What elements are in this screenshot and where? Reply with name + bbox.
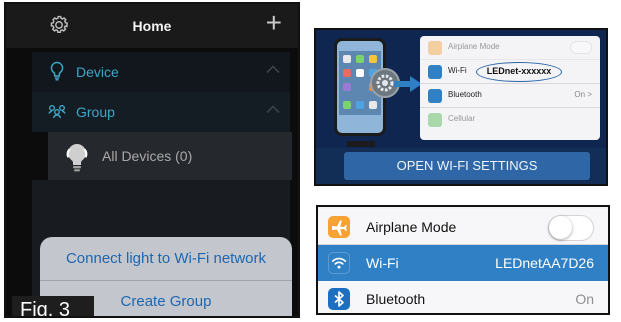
airplane-glyph [332,220,347,236]
app-header: Home + [6,4,298,48]
airplane-mode-toggle[interactable] [548,215,594,241]
add-icon[interactable]: + [266,9,282,37]
cellular-icon [428,113,442,127]
figure-label: Fig. 3 [12,296,94,316]
app-tile [369,101,377,109]
settings-panel: Airplane Mode Wi-Fi LEDnet-xxxxxx Blueto… [420,36,600,140]
page-title: Home [132,18,172,34]
chevron-up-icon [266,65,280,74]
wifi-icon [328,252,350,274]
ios-settings-list: Airplane Mode Wi-Fi LEDnetAA7D26 Bluetoo… [316,205,610,315]
airplane-icon [328,216,350,238]
bulb-icon [66,144,88,172]
settings-row-airplane[interactable]: Airplane Mode [318,209,608,245]
toggle-knob [549,216,572,239]
app-tile [369,55,377,63]
illus-row-label: Airplane Mode [448,42,500,51]
settings-row-wifi[interactable]: Wi-Fi LEDnetAA7D26 [318,245,608,281]
bluetooth-glyph [334,291,344,307]
bluetooth-icon [328,288,350,310]
toggle-switch [570,41,592,54]
bluetooth-status: On [575,291,594,307]
settings-row-label: Wi-Fi [366,255,399,271]
connect-wifi-button[interactable]: Connect light to Wi-Fi network [40,237,292,281]
wifi-icon [428,65,442,79]
illus-row-cellular: Cellular [420,108,600,132]
group-icon [48,104,66,119]
bulb-outline-icon [50,61,64,81]
illus-row-label: Cellular [448,114,476,123]
app-tile [343,101,351,109]
illus-row-label: Wi-Fi [448,66,467,75]
app-tile [356,69,364,77]
all-devices-label: All Devices (0) [102,148,193,164]
wifi-settings-illustration: Airplane Mode Wi-Fi LEDnet-xxxxxx Blueto… [314,28,608,186]
ssid-highlight: LEDnet-xxxxxx [476,62,562,82]
wifi-glyph [331,257,347,269]
open-wifi-settings-button[interactable]: OPEN WI-FI SETTINGS [344,152,590,180]
airplane-icon [428,41,442,55]
settings-row-label: Bluetooth [366,291,426,307]
app-tile [343,55,351,63]
all-devices-item[interactable]: All Devices (0) [48,132,292,180]
app-tile [356,101,364,109]
illus-row-bluetooth: Bluetooth On > [420,84,600,108]
arrow-right-icon [394,76,422,92]
section-device[interactable]: Device [32,52,290,92]
illus-row-wifi: Wi-Fi LEDnet-xxxxxx [420,60,600,84]
app-screen: Home + Device Group All Devices (0) Conn… [4,2,300,318]
illus-row-value: On > [574,90,592,99]
section-device-label: Device [76,64,119,80]
app-tile [343,69,351,77]
settings-row-label: Airplane Mode [366,219,457,235]
section-group[interactable]: Group [32,92,290,132]
chevron-up-icon [266,105,280,114]
app-tile [343,83,351,91]
wifi-network-name: LEDnetAA7D26 [495,255,594,271]
section-group-label: Group [76,104,115,120]
settings-row-bluetooth[interactable]: Bluetooth On [318,281,608,313]
phone-stand [347,141,375,147]
illus-row-airplane: Airplane Mode [420,36,600,60]
illus-row-label: Bluetooth [448,90,482,99]
bluetooth-icon [428,89,442,103]
app-tile [356,55,364,63]
